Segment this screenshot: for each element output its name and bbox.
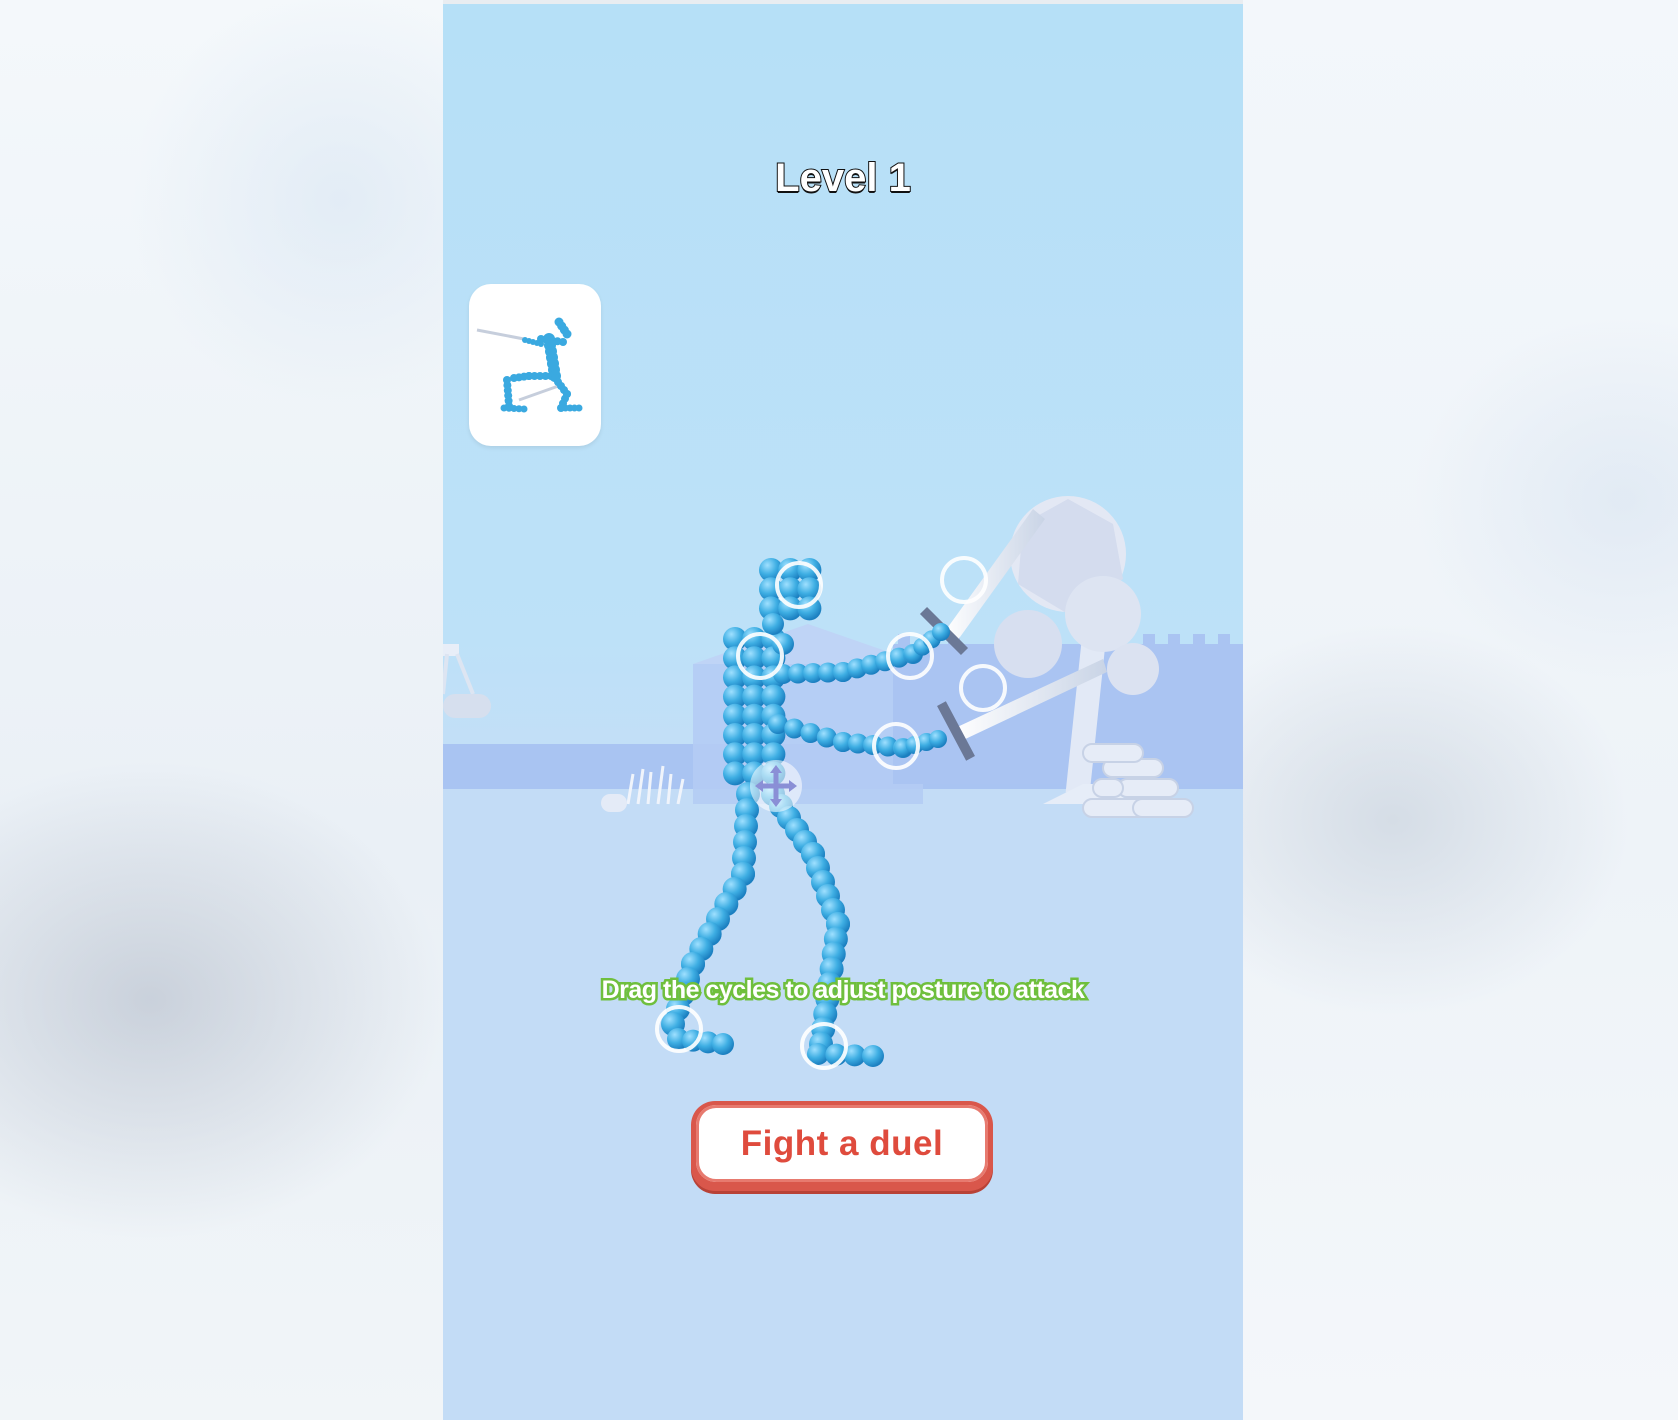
blurred-backdrop-left xyxy=(0,0,443,1420)
fight-duel-button[interactable]: Fight a duel xyxy=(691,1101,993,1191)
posture-hint-text: Drag the cycles to adjust posture to att… xyxy=(599,974,1087,1007)
game-scene xyxy=(443,496,1243,1420)
hanging-log-prop xyxy=(443,644,491,718)
game-viewport[interactable]: Level 1 Drag the cycles to adjust postur… xyxy=(443,4,1243,1420)
fight-duel-button-label: Fight a duel xyxy=(740,1123,944,1163)
move-arrows-icon[interactable] xyxy=(750,760,802,812)
target-pose-thumbnail xyxy=(469,284,601,446)
sword-tip-upper-drag-circle-icon xyxy=(940,556,988,604)
target-pose-icon xyxy=(476,317,583,413)
fight-duel-button-face: Fight a duel xyxy=(696,1105,988,1182)
level-title: Level 1 xyxy=(774,155,912,201)
blurred-backdrop-right xyxy=(1243,0,1678,1420)
